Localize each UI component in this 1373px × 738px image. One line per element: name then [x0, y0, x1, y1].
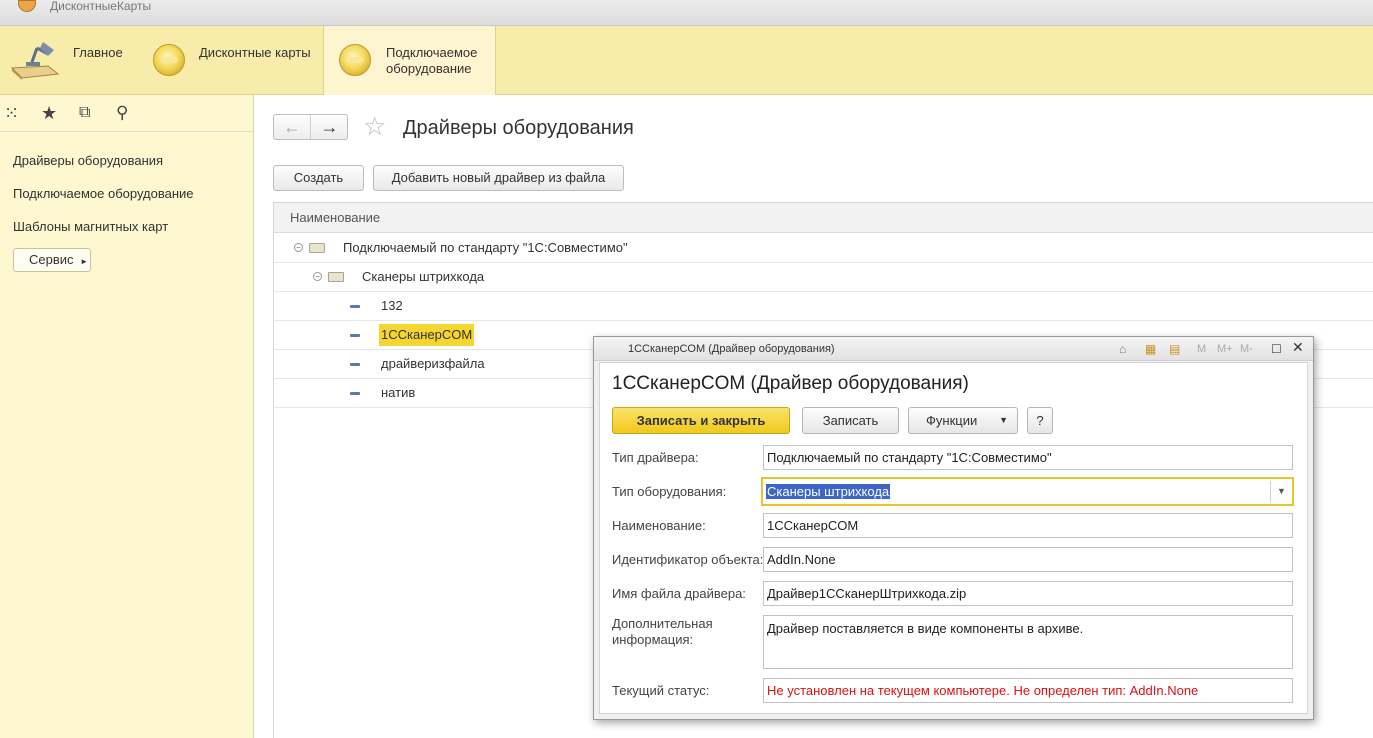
- save-and-close-button[interactable]: Записать и закрыть: [612, 407, 790, 434]
- favorites-star-icon[interactable]: ★: [41, 104, 57, 122]
- help-button[interactable]: ?: [1027, 407, 1053, 434]
- tree-row-item[interactable]: 132: [274, 292, 1373, 321]
- section-coin-icon: [153, 44, 185, 76]
- calculator-icon[interactable]: ▦: [1145, 342, 1156, 356]
- add-driver-from-file-button[interactable]: Добавить новый драйвер из файла: [373, 165, 624, 191]
- column-header-name[interactable]: Наименование: [274, 203, 1373, 233]
- section-main-label: Главное: [73, 45, 123, 60]
- object-id-field[interactable]: AddIn.None: [763, 547, 1293, 572]
- back-arrow-icon[interactable]: ←: [274, 115, 311, 139]
- page-title: Драйверы оборудования: [403, 117, 634, 139]
- desk-lamp-icon: [10, 42, 60, 80]
- sidebar-item-equipment[interactable]: Подключаемое оборудование: [13, 186, 194, 201]
- close-icon[interactable]: ✕: [1292, 340, 1304, 354]
- section-coin-icon: [339, 44, 371, 76]
- service-menu-button[interactable]: Сервис ►: [13, 248, 91, 272]
- folder-icon: [309, 243, 325, 253]
- memory-minus-button[interactable]: M-: [1240, 342, 1253, 356]
- dialog-heading: 1ССканерCOM (Драйвер оборудования): [612, 373, 969, 394]
- equipment-type-label: Тип оборудования:: [612, 484, 727, 499]
- dialog-form: 1ССканерCOM (Драйвер оборудования) Запис…: [599, 362, 1308, 714]
- item-icon: [350, 363, 360, 366]
- window-titlebar: ДисконтныеКарты: [0, 0, 1373, 26]
- equipment-type-value: Сканеры штрихкода: [766, 484, 891, 499]
- section-equipment-label: Подключаемое оборудование: [386, 45, 478, 76]
- extra-info-label: Дополнительная информация:: [612, 616, 713, 647]
- dropdown-arrow-icon[interactable]: ▼: [1270, 481, 1292, 502]
- tree-row-group[interactable]: − Сканеры штрихкода: [274, 263, 1373, 292]
- section-equipment[interactable]: Подключаемое оборудование: [323, 26, 496, 95]
- item-icon: [350, 392, 360, 395]
- collapse-icon[interactable]: −: [294, 243, 303, 252]
- window-title: ДисконтныеКарты: [50, 0, 152, 13]
- tree-row-label: Сканеры штрихкода: [362, 269, 485, 284]
- sidebar-item-card-templates[interactable]: Шаблоны магнитных карт: [13, 219, 168, 234]
- history-icon[interactable]: ⧉: [79, 104, 90, 122]
- tree-row-label: Подключаемый по стандарту "1С:Совместимо…: [343, 240, 628, 255]
- name-label: Наименование:: [612, 518, 706, 533]
- name-field[interactable]: 1ССканерCOM: [763, 513, 1293, 538]
- driver-file-name-label: Имя файла драйвера:: [612, 586, 746, 601]
- section-discount-cards[interactable]: Дисконтные карты: [140, 26, 324, 95]
- sections-panel: Главное Дисконтные карты Подключаемое об…: [0, 26, 1373, 95]
- tree-row-label: драйверизфайла: [381, 356, 485, 371]
- dialog-window-title: 1ССканерCOM (Драйвер оборудования): [628, 343, 835, 355]
- tree-row-label: натив: [381, 385, 416, 400]
- status-label: Текущий статус:: [612, 683, 710, 698]
- favorite-star-icon[interactable]: ☆: [363, 113, 386, 139]
- folder-icon: [328, 272, 344, 282]
- driver-file-name-field[interactable]: Драйвер1ССканерШтрихкода.zip: [763, 581, 1293, 606]
- status-field: Не установлен на текущем компьютере. Не …: [763, 678, 1293, 703]
- tree-row-label: 132: [381, 298, 403, 313]
- apps-grid-icon[interactable]: ⁙: [4, 104, 19, 122]
- tree-row-label: 1ССканерCOM: [379, 324, 475, 346]
- maximize-icon[interactable]: ☐: [1271, 342, 1282, 356]
- section-main[interactable]: Главное: [0, 26, 140, 95]
- sidebar: ⁙ ★ ⧉ ⚲ Драйверы оборудования Подключаем…: [0, 95, 254, 738]
- item-icon: [350, 334, 360, 337]
- calendar-icon[interactable]: ▤: [1169, 342, 1180, 356]
- memory-plus-button[interactable]: M+: [1217, 342, 1233, 356]
- driver-type-field[interactable]: Подключаемый по стандарту "1С:Совместимо…: [763, 445, 1293, 470]
- section-cards-label: Дисконтные карты: [199, 45, 311, 60]
- memory-m-button[interactable]: M: [1197, 342, 1206, 356]
- dialog-titlebar[interactable]: 1ССканерCOM (Драйвер оборудования) ⌂ ▦ ▤…: [594, 337, 1313, 361]
- dropdown-arrow-icon: ▼: [999, 415, 1008, 425]
- sidebar-toolbar: ⁙ ★ ⧉ ⚲: [0, 95, 253, 132]
- history-nav: ← →: [273, 114, 348, 140]
- app-logo-icon[interactable]: [18, 0, 36, 12]
- forward-arrow-icon[interactable]: →: [311, 115, 348, 139]
- functions-menu-button[interactable]: Функции ▼: [908, 407, 1018, 434]
- functions-label: Функции: [926, 413, 978, 428]
- item-icon: [350, 305, 360, 308]
- search-icon[interactable]: ⚲: [116, 104, 128, 122]
- collapse-icon[interactable]: −: [313, 272, 322, 281]
- service-label: Сервис: [29, 252, 74, 267]
- sidebar-item-drivers[interactable]: Драйверы оборудования: [13, 153, 163, 168]
- driver-dialog: 1ССканерCOM (Драйвер оборудования) ⌂ ▦ ▤…: [593, 336, 1314, 720]
- driver-type-label: Тип драйвера:: [612, 450, 699, 465]
- create-button[interactable]: Создать: [273, 165, 364, 191]
- chevron-right-icon: ►: [80, 257, 89, 266]
- save-button[interactable]: Записать: [802, 407, 899, 434]
- tree-row-group[interactable]: − Подключаемый по стандарту "1С:Совмести…: [274, 234, 1373, 263]
- link-icon[interactable]: ⌂: [1119, 342, 1126, 356]
- extra-info-field[interactable]: Драйвер поставляется в виде компоненты в…: [763, 615, 1293, 669]
- equipment-type-select[interactable]: Сканеры штрихкода ▼: [761, 477, 1294, 506]
- object-id-label: Идентификатор объекта:: [612, 552, 764, 567]
